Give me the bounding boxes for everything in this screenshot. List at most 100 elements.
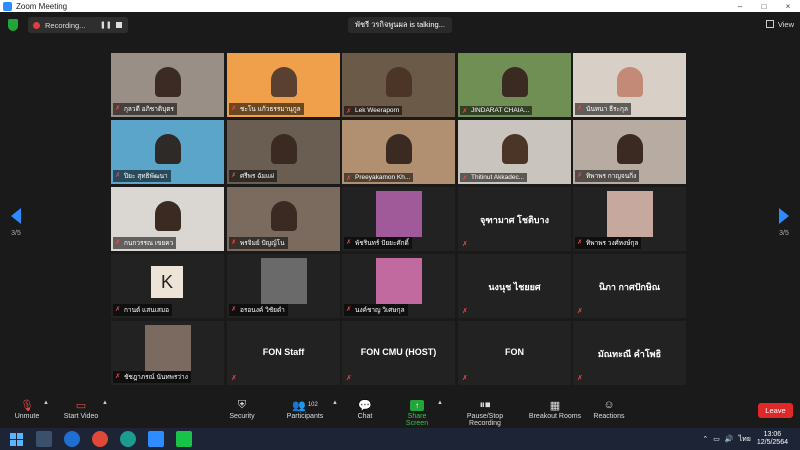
start-video-button[interactable]: ▭ Start Video <box>60 397 102 421</box>
participant-tile[interactable]: ✗ กนกวรรณ เขยคว <box>111 187 224 251</box>
stop-icon[interactable] <box>116 22 122 28</box>
pause-icon[interactable]: ❚❚ <box>100 21 112 29</box>
participant-name: FON <box>505 347 524 357</box>
breakout-rooms-button[interactable]: ▦ Breakout Rooms <box>528 397 582 421</box>
participant-tile[interactable]: FON ✗ <box>458 321 571 385</box>
security-button[interactable]: ⛨ Security <box>224 397 260 421</box>
internet-explorer-icon[interactable] <box>64 431 80 447</box>
share-screen-button[interactable]: ↑ Share Screen <box>396 397 438 427</box>
participant-tile[interactable]: ✗ อรอนงค์ วิชัยดำ <box>227 254 340 318</box>
mic-muted-icon: ✗ <box>231 172 237 179</box>
mic-muted-icon: ✗ <box>115 239 121 246</box>
clock-date: 12/5/2564 <box>756 439 788 446</box>
participant-tile[interactable]: FON CMU (HOST) ✗ <box>342 321 455 385</box>
file-explorer-icon[interactable] <box>36 431 52 447</box>
meeting-toolbar: 🎙 Unmute ▲ ▭ Start Video ▲ ⛨ Security 👥 1… <box>0 393 800 428</box>
reactions-button[interactable]: ☺ Reactions <box>592 397 626 420</box>
mic-muted-icon: ✗ <box>115 306 121 313</box>
mic-muted-icon: ✗ <box>346 175 352 182</box>
participant-tile[interactable]: นงนุช ไชยยศ ✗ <box>458 254 571 318</box>
participant-video <box>270 67 297 97</box>
view-button[interactable]: View <box>765 17 794 31</box>
participant-tile[interactable]: ✗ กุลวดี อภิชาติบุตร <box>111 53 224 117</box>
windows-start-icon[interactable] <box>8 431 24 447</box>
share-options-caret-icon[interactable]: ▲ <box>437 400 443 406</box>
mic-muted-icon: ✗ <box>115 373 121 380</box>
maximize-button[interactable]: □ <box>752 0 776 12</box>
participant-video <box>385 134 412 164</box>
mic-muted-icon: ✗ <box>577 172 583 179</box>
participants-button[interactable]: 👥 102 Participants <box>282 397 328 421</box>
tray-chevron-icon[interactable]: ⌃ <box>702 435 708 443</box>
participant-tile[interactable]: K ✗ กานต์ แสนเสมอ <box>111 254 224 318</box>
video-options-caret-icon[interactable]: ▲ <box>102 400 108 406</box>
profile-photo <box>375 258 422 304</box>
line-app-icon[interactable] <box>176 431 192 447</box>
chevron-right-icon <box>779 208 789 224</box>
mic-muted-icon: ✗ <box>462 308 468 315</box>
participant-tile[interactable]: ✗ ชะโน แก้วธรรมานุกูล <box>227 53 340 117</box>
participant-tile[interactable]: ✗ ศรีพร ฉัมแฝ <box>227 120 340 184</box>
zoom-taskbar-icon[interactable] <box>148 431 164 447</box>
window-controls: – □ × <box>728 0 800 12</box>
participant-tile[interactable]: ✗ ทิพาพร วงศ์หงษ์กุล <box>573 187 686 251</box>
participant-video <box>270 201 297 231</box>
minimize-button[interactable]: – <box>728 0 752 12</box>
mic-muted-icon: ✗ <box>231 306 237 313</box>
participant-name: Preeyakamon Kh... <box>355 174 411 181</box>
participant-tile[interactable]: ✗ ปิยะ สุทธิพัฒนา <box>111 120 224 184</box>
participant-tile[interactable]: ✗ ทิพาพร กาญจนกิ่ง <box>573 120 686 184</box>
participant-tile[interactable]: ✗ นงค์ชาญ วิเศษกุล <box>342 254 455 318</box>
mic-muted-icon: 🎙 <box>20 399 34 412</box>
participant-tile[interactable]: ✗ Preeyakamon Kh... <box>342 120 455 184</box>
participant-name: ชะโน แก้วธรรมานุกูล <box>240 106 301 113</box>
participant-tile[interactable]: จุฑามาศ โชติบาง ✗ <box>458 187 571 251</box>
recording-indicator: Recording... ❚❚ <box>28 17 128 33</box>
unmute-label: Unmute <box>14 413 40 420</box>
participant-tile[interactable]: ✗ พัชรินทร์ ปัยยะศักดิ์ <box>342 187 455 251</box>
clock-time: 13:06 <box>763 431 782 438</box>
breakout-grid-icon: ▦ <box>549 399 561 412</box>
close-button[interactable]: × <box>776 0 800 12</box>
participant-name: ปิยะ สุทธิพัฒนา <box>124 173 168 180</box>
participant-name: ศรีพร ฉัมแฝ <box>240 173 274 180</box>
participant-name-label: ✗ อรอนงค์ วิชัยดำ <box>229 304 288 316</box>
pause-stop-recording-button[interactable]: ⏸⏹ Pause/Stop Recording <box>450 397 520 428</box>
volume-icon[interactable]: 🔊 <box>725 435 734 443</box>
participant-tile[interactable]: ✗ Lek Weeraporn <box>342 53 455 117</box>
participants-caret-icon[interactable]: ▲ <box>332 400 338 406</box>
participant-tile[interactable]: ✗ พรจิมย์ ปัญญ์โน <box>227 187 340 251</box>
input-language[interactable]: ไทย <box>739 434 751 445</box>
participant-tile[interactable]: ✗ นันทนา ธีระกุล <box>573 53 686 117</box>
previous-page-button[interactable]: 3/5 <box>6 208 26 237</box>
participant-tile[interactable]: FON Staff ✗ <box>227 321 340 385</box>
participant-tile[interactable]: ✗ ชัชฎาภรณ์ นันทพรว่าง <box>111 321 224 385</box>
clock[interactable]: 13:06 12/5/2564 <box>757 431 788 447</box>
profile-photo <box>144 325 191 371</box>
shield-icon[interactable] <box>8 19 18 31</box>
participant-name: พรจิมย์ ปัญญ์โน <box>240 240 285 247</box>
participant-name-label: ✗ ศรีพร ฉัมแฝ <box>229 170 277 182</box>
share-arrow-icon: ↑ <box>410 399 424 411</box>
participant-tile[interactable]: ✗ Thitinut Akkadec... <box>458 120 571 184</box>
leave-button[interactable]: Leave <box>758 403 793 418</box>
participant-tile[interactable]: ✗ JINDARAT CHAIA... <box>458 53 571 117</box>
participant-name: กนกวรรณ เขยคว <box>124 240 174 247</box>
chrome-icon[interactable] <box>92 431 108 447</box>
mic-muted-icon: ✗ <box>462 241 468 248</box>
edge-icon[interactable] <box>120 431 136 447</box>
participant-tile[interactable]: นิภา กาศปักษิณ ✗ <box>573 254 686 318</box>
next-page-button[interactable]: 3/5 <box>774 208 794 237</box>
audio-options-caret-icon[interactable]: ▲ <box>43 400 49 406</box>
chat-button[interactable]: 💬 Chat <box>350 397 380 421</box>
shield-outline-icon: ⛨ <box>237 398 247 411</box>
mic-muted-icon: ✗ <box>115 105 121 112</box>
mic-muted-icon: ✗ <box>346 306 352 313</box>
network-icon[interactable]: ▭ <box>713 435 720 443</box>
participant-tile[interactable]: มัณทะณี คำโพธิ ✗ <box>573 321 686 385</box>
breakout-label: Breakout Rooms <box>528 413 582 420</box>
unmute-button[interactable]: 🎙 Unmute <box>12 397 42 421</box>
chat-label: Chat <box>357 413 373 420</box>
view-label: View <box>777 19 794 29</box>
pause-recording-label: Pause/Stop Recording <box>466 413 504 427</box>
